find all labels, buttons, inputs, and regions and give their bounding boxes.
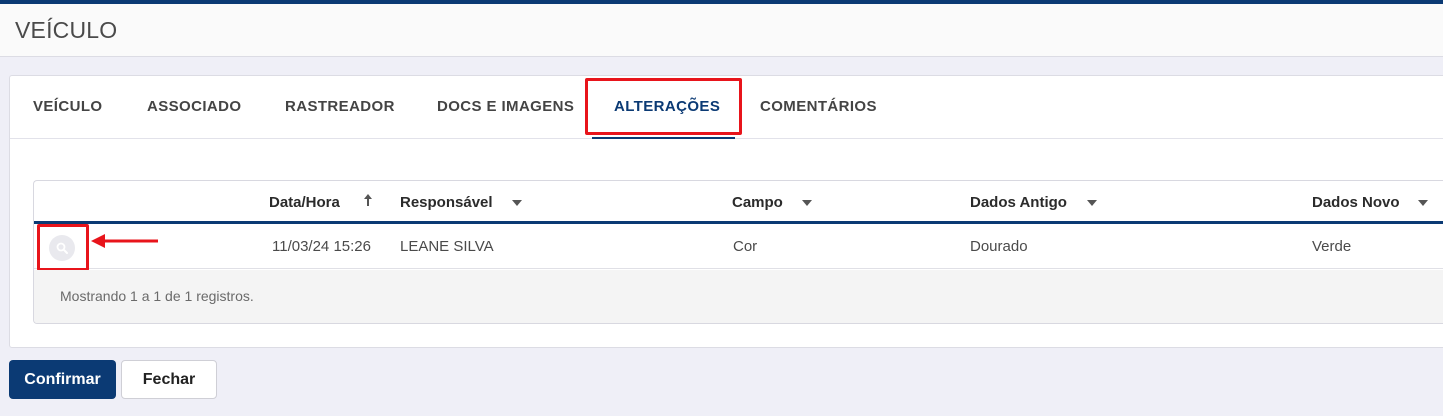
caret-down-icon [1087, 196, 1097, 210]
confirm-button[interactable]: Confirmar [9, 360, 116, 399]
column-header-datetime[interactable]: Data/Hora [269, 194, 372, 211]
grid-footer: Mostrando 1 a 1 de 1 registros. [34, 270, 1443, 323]
tab-alteracoes[interactable]: ALTERAÇÕES [614, 98, 720, 115]
caret-down-icon [1418, 196, 1428, 210]
cell-responsible: LEANE SILVA [400, 238, 494, 255]
column-header-field[interactable]: Campo [732, 194, 812, 211]
cell-datetime: 11/03/24 15:26 [272, 238, 371, 255]
cell-old-value: Dourado [970, 238, 1028, 255]
tab-veiculo[interactable]: VEÍCULO [33, 98, 102, 115]
column-header-old-value[interactable]: Dados Antigo [970, 194, 1097, 211]
column-label: Responsável [400, 194, 493, 211]
tab-associado[interactable]: ASSOCIADO [147, 98, 241, 115]
view-details-button[interactable] [49, 235, 75, 261]
cell-new-value: Verde [1312, 238, 1352, 255]
column-header-new-value[interactable]: Dados Novo [1312, 194, 1428, 211]
content-panel: VEÍCULO ASSOCIADO RASTREADOR DOCS E IMAG… [9, 75, 1443, 348]
red-arrow-icon [91, 234, 158, 248]
page-header: VEÍCULO [0, 4, 1443, 57]
records-count: Mostrando 1 a 1 de 1 registros. [60, 288, 254, 304]
column-label: Dados Novo [1312, 194, 1400, 211]
tab-bar: VEÍCULO ASSOCIADO RASTREADOR DOCS E IMAG… [10, 76, 1443, 139]
active-tab-indicator [592, 137, 735, 139]
tab-rastreador[interactable]: RASTREADOR [285, 98, 395, 115]
page-title: VEÍCULO [15, 17, 118, 43]
column-label: Campo [732, 194, 783, 211]
grid-header: Data/Hora Responsável Campo Dados Antigo [34, 181, 1443, 224]
caret-down-icon [512, 196, 522, 210]
column-label: Dados Antigo [970, 194, 1067, 211]
search-icon [56, 242, 68, 254]
close-button[interactable]: Fechar [121, 360, 217, 399]
column-label: Data/Hora [269, 194, 340, 211]
changes-grid: Data/Hora Responsável Campo Dados Antigo [33, 180, 1443, 324]
caret-down-icon [802, 196, 812, 210]
cell-field: Cor [733, 238, 758, 255]
tab-docs-e-imagens[interactable]: DOCS E IMAGENS [437, 98, 574, 115]
table-row: 11/03/24 15:26 LEANE SILVA Cor Dourado V… [34, 227, 1443, 269]
tab-comentarios[interactable]: COMENTÁRIOS [760, 98, 877, 115]
column-header-responsible[interactable]: Responsável [400, 194, 522, 211]
arrow-up-icon [363, 193, 373, 210]
